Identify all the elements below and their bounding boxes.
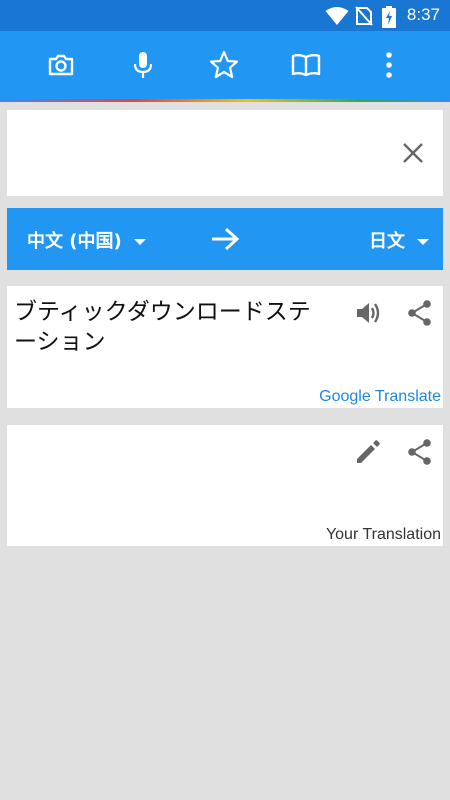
source-language-select[interactable]: 中文 (中国): [27, 227, 146, 253]
your-translation-label: Your Translation: [325, 526, 441, 543]
phrasebook-button[interactable]: [288, 47, 324, 83]
language-bar: 中文 (中国) 日文: [7, 208, 443, 270]
source-language-label: 中文 (中国): [27, 231, 122, 252]
translation-result-card: ブティックダウンロードステーション Google Translate: [7, 286, 443, 408]
microphone-icon: [133, 52, 153, 78]
no-sim-icon: [355, 6, 373, 26]
target-language-label: 日文: [369, 231, 405, 252]
status-bar: 8:37: [0, 0, 450, 31]
share-icon[interactable]: [406, 438, 434, 466]
arrow-right-icon[interactable]: [210, 225, 240, 253]
star-icon: [209, 50, 239, 79]
target-language-select[interactable]: 日文: [369, 227, 429, 253]
favorites-button[interactable]: [206, 47, 242, 83]
translation-result-text: ブティックダウンロードステーション: [14, 299, 311, 355]
close-icon[interactable]: [401, 141, 425, 165]
share-icon[interactable]: [406, 299, 434, 327]
pencil-icon[interactable]: [354, 438, 382, 466]
more-vert-icon: [386, 52, 392, 78]
camera-button[interactable]: [43, 47, 79, 83]
chevron-down-icon: [133, 238, 146, 245]
clock: 8:37: [406, 5, 440, 24]
user-translation-card[interactable]: Your Translation: [7, 425, 443, 546]
wifi-icon: [325, 7, 349, 25]
voice-input-button[interactable]: [125, 47, 161, 83]
more-options-button[interactable]: [371, 47, 407, 83]
book-icon: [291, 54, 321, 77]
speaker-icon[interactable]: [354, 299, 382, 327]
google-translate-credit: Google Translate: [319, 388, 441, 405]
chevron-down-icon: [417, 238, 429, 245]
toolbar: [0, 31, 450, 99]
camera-icon: [48, 54, 74, 76]
source-text-input[interactable]: [7, 110, 443, 196]
battery-charging-icon: [382, 6, 396, 28]
accent-strip: [0, 99, 450, 102]
